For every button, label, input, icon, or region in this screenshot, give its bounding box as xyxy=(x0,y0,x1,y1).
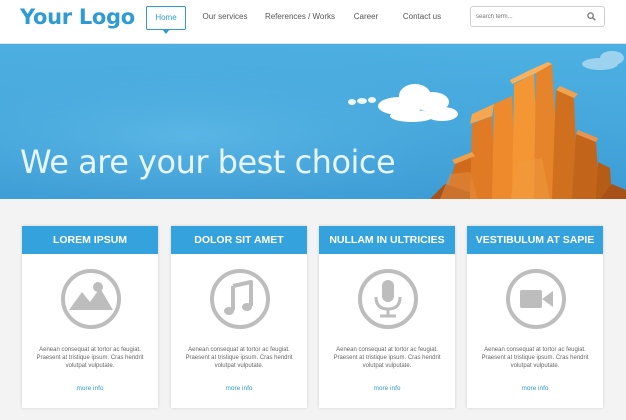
card-description: Aenean consequat at tortor ac feugiat. P… xyxy=(481,347,589,369)
video-camera-icon xyxy=(506,269,566,329)
card-title: DOLOR SIT AMET xyxy=(171,226,307,254)
nav-item-our-services[interactable]: Our services xyxy=(196,6,254,30)
service-card: NULLAM IN ULTRICIES Aenean consequat at … xyxy=(319,226,455,408)
hero-banner: We are your best choice xyxy=(0,44,626,199)
nav-item-home[interactable]: Home xyxy=(146,6,186,34)
site-logo[interactable]: Your Logo xyxy=(20,5,135,29)
more-info-link[interactable]: more info xyxy=(171,385,307,392)
site-header: Your Logo Home Our services References /… xyxy=(0,0,626,44)
image-icon xyxy=(61,269,121,329)
service-card: VESTIBULUM AT SAPIE Aenean consequat at … xyxy=(467,226,603,408)
card-description: Aenean consequat at tortor ac feugiat. P… xyxy=(185,347,293,369)
nav-item-career[interactable]: Career xyxy=(348,6,384,30)
card-title: VESTIBULUM AT SAPIE xyxy=(467,226,603,254)
card-title: NULLAM IN ULTRICIES xyxy=(319,226,455,254)
hero-title: We are your best choice xyxy=(20,143,396,181)
nav-item-contact-us[interactable]: Contact us xyxy=(396,6,448,30)
service-card: LOREM IPSUM Aenean consequat at tortor a… xyxy=(22,226,158,408)
card-description: Aenean consequat at tortor ac feugiat. P… xyxy=(36,347,144,369)
search-box xyxy=(470,6,605,27)
service-card: DOLOR SIT AMET Aenean consequat at torto… xyxy=(171,226,307,408)
music-note-icon xyxy=(210,269,270,329)
card-description: Aenean consequat at tortor ac feugiat. P… xyxy=(333,347,441,369)
search-icon[interactable] xyxy=(587,12,596,21)
microphone-icon xyxy=(358,269,418,329)
more-info-link[interactable]: more info xyxy=(467,385,603,392)
more-info-link[interactable]: more info xyxy=(319,385,455,392)
more-info-link[interactable]: more info xyxy=(22,385,158,392)
search-input[interactable] xyxy=(476,10,581,24)
card-title: LOREM IPSUM xyxy=(22,226,158,254)
nav-item-references-works[interactable]: References / Works xyxy=(262,6,338,30)
